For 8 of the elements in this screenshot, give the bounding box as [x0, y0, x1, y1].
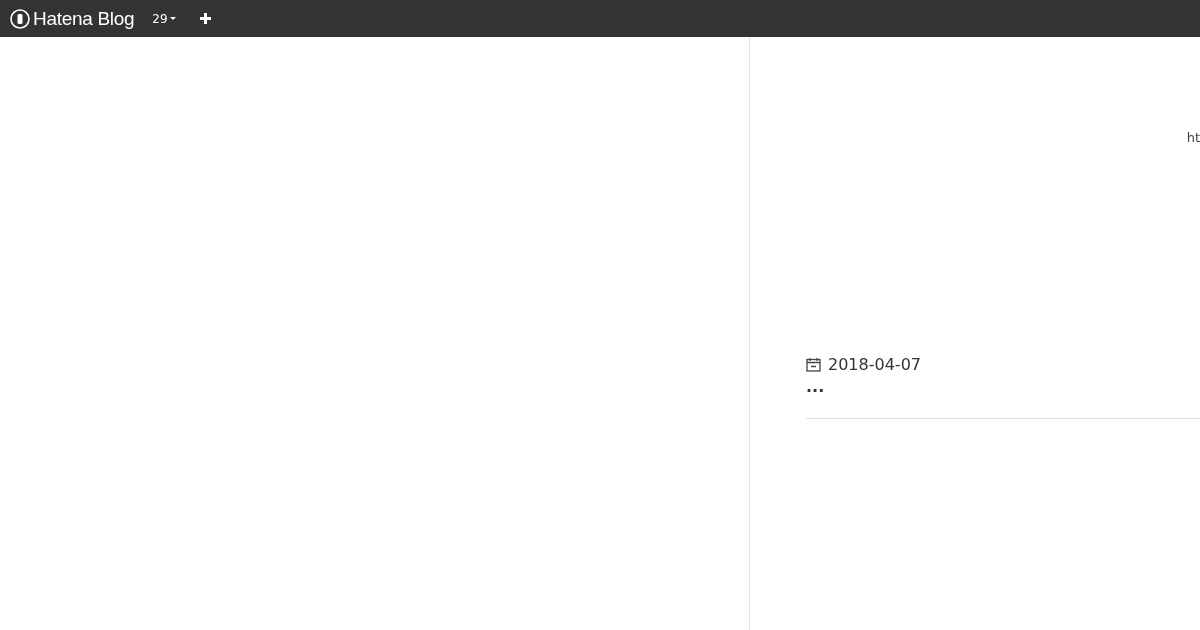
add-icon[interactable] [199, 13, 211, 24]
entry-excerpt: ... [806, 378, 826, 396]
blog-count-dropdown[interactable]: 29 [152, 11, 176, 26]
calendar-icon [806, 357, 821, 372]
logo-icon [10, 8, 30, 29]
logo-link[interactable]: Hatena Blog [10, 7, 135, 30]
url-text: ht [1186, 130, 1200, 147]
entry-date: 2018-04-07 [828, 355, 921, 374]
